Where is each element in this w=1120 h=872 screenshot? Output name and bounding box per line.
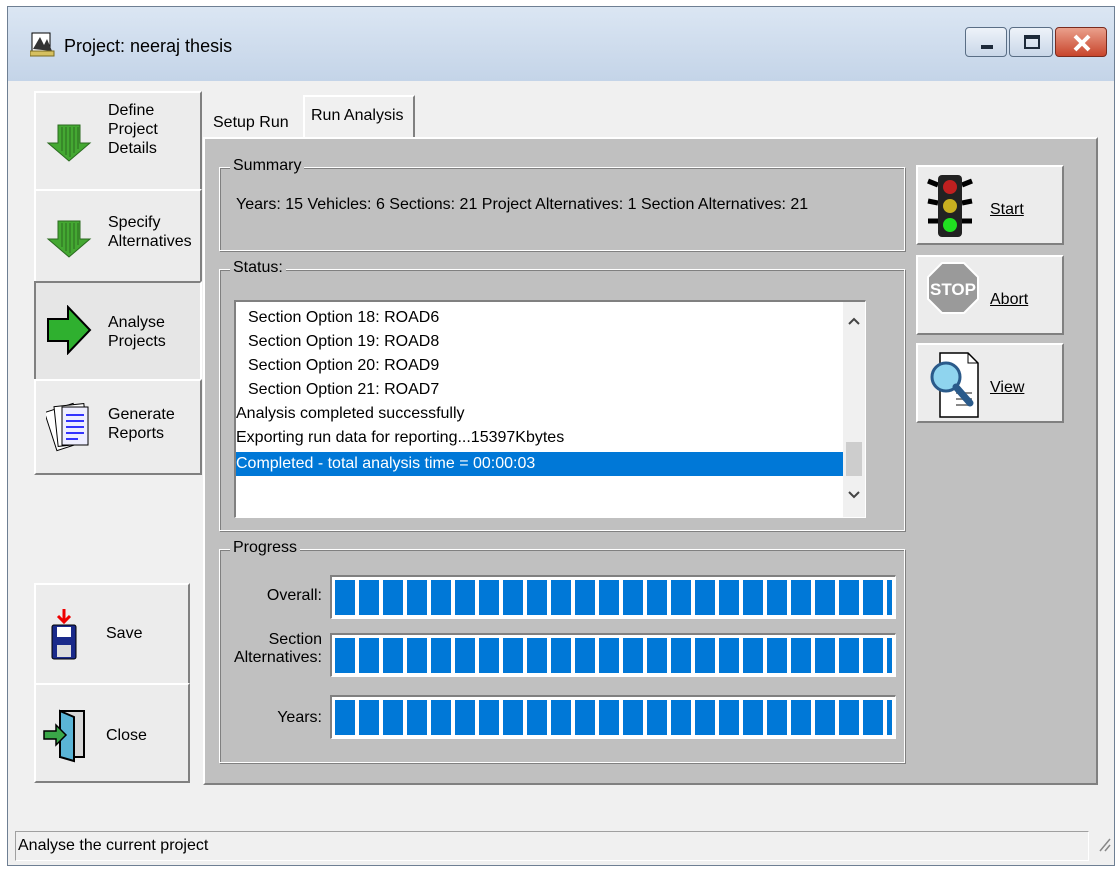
section-alternatives-progress-bar — [330, 633, 896, 677]
app-icon — [30, 32, 55, 57]
close-window-button[interactable] — [1055, 27, 1107, 57]
reports-icon — [46, 402, 89, 452]
floppy-disk-icon — [51, 609, 77, 660]
status-group: Status: Section Option 18: ROAD6 Section… — [219, 259, 905, 531]
project-window: Project: neeraj thesis Define Project De… — [7, 6, 1115, 866]
down-arrow-icon — [46, 124, 92, 162]
chevron-up-icon[interactable] — [847, 316, 861, 326]
exit-door-icon — [43, 709, 85, 763]
abort-label: Abort — [990, 291, 1029, 308]
analyse-projects-button[interactable]: Analyse Projects — [34, 281, 202, 381]
status-bar-text: Analyse the current project — [18, 837, 209, 854]
tab-run-analysis[interactable]: Run Analysis — [303, 95, 415, 137]
list-item[interactable]: Exporting run data for reporting...15397… — [236, 426, 850, 450]
overall-progress-fill — [335, 580, 892, 615]
overall-label: Overall: — [266, 587, 322, 604]
generate-reports-button[interactable]: Generate Reports — [34, 379, 202, 475]
window-title: Project: neeraj thesis — [64, 36, 233, 56]
down-arrow-icon — [46, 220, 92, 258]
years-progress-bar — [330, 695, 896, 739]
section-progress-fill — [335, 638, 892, 673]
stop-sign-icon: STOP — [927, 262, 979, 314]
years-label: Years: — [277, 709, 322, 726]
chevron-down-icon[interactable] — [847, 490, 861, 500]
nav-label: Specify Alternatives — [108, 214, 192, 250]
status-bar: Analyse the current project — [15, 831, 1089, 861]
nav-label: Define Project Details — [108, 102, 158, 157]
list-item[interactable]: Section Option 21: ROAD7 — [236, 378, 850, 402]
summary-legend: Summary — [230, 157, 305, 175]
status-scrollbar[interactable] — [843, 302, 865, 517]
list-item[interactable]: Section Option 20: ROAD9 — [236, 354, 850, 378]
traffic-light-icon — [927, 175, 973, 237]
scroll-thumb[interactable] — [846, 442, 862, 476]
right-arrow-icon — [47, 305, 92, 355]
status-list[interactable]: Section Option 18: ROAD6 Section Option … — [234, 300, 866, 518]
stop-sign-glyph: STOP — [930, 280, 976, 299]
save-button[interactable]: Save — [34, 583, 190, 685]
close-icon — [1073, 34, 1091, 52]
section-alternatives-label: Section Alternatives: — [233, 631, 322, 666]
magnifier-document-icon — [930, 352, 979, 418]
start-label: Start — [990, 201, 1024, 218]
view-label: View — [990, 379, 1025, 396]
start-button[interactable]: Start — [916, 165, 1064, 245]
overall-progress-bar — [330, 575, 896, 619]
resize-grip-icon[interactable] — [1096, 835, 1112, 855]
summary-group: Summary Years: 15 Vehicles: 6 Sections: … — [219, 157, 905, 251]
years-progress-fill — [335, 700, 892, 735]
nav-label: Analyse Projects — [108, 314, 166, 350]
list-item[interactable]: Section Option 18: ROAD6 — [236, 306, 850, 330]
abort-button[interactable]: STOP Abort — [916, 255, 1064, 335]
list-item[interactable]: Section Option 19: ROAD8 — [236, 330, 850, 354]
list-item-selected[interactable]: Completed - total analysis time = 00:00:… — [236, 452, 850, 476]
save-label: Save — [106, 625, 143, 642]
nav-label: Generate Reports — [108, 406, 175, 442]
view-button[interactable]: View — [916, 343, 1064, 423]
tab-label: Run Analysis — [311, 107, 404, 124]
close-button[interactable]: Close — [34, 683, 190, 783]
status-legend: Status: — [230, 259, 286, 277]
close-label: Close — [106, 727, 147, 744]
specify-alternatives-button[interactable]: Specify Alternatives — [34, 189, 202, 283]
tab-setup-run[interactable]: Setup Run — [205, 100, 301, 140]
maximize-icon — [1024, 35, 1040, 49]
list-item[interactable]: Analysis completed successfully — [236, 402, 850, 426]
maximize-button[interactable] — [1009, 27, 1053, 57]
minimize-icon — [981, 45, 993, 49]
progress-legend: Progress — [230, 539, 301, 557]
minimize-button[interactable] — [965, 27, 1007, 57]
define-project-details-button[interactable]: Define Project Details — [34, 91, 202, 191]
title-bar[interactable]: Project: neeraj thesis — [8, 7, 1114, 81]
summary-text: Years: 15 Vehicles: 6 Sections: 21 Proje… — [236, 196, 809, 213]
tab-label: Setup Run — [213, 114, 289, 131]
